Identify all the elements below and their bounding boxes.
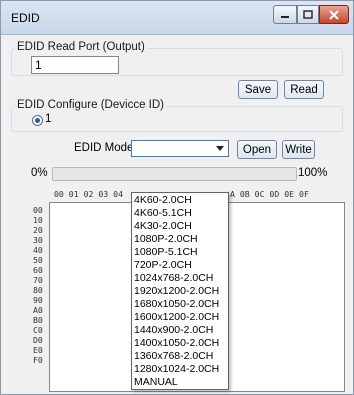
edid-window: EDID EDID Read Port (Output) 1 Save Read… <box>0 0 354 395</box>
hex-column-header-right: A 0B 0C 0D 0E 0F <box>230 189 309 199</box>
hex-row-label: E0 <box>33 345 43 355</box>
device-id-radio-label: 1 <box>45 113 52 125</box>
close-icon <box>329 9 339 20</box>
hex-row-label: 40 <box>33 245 43 255</box>
maximize-button[interactable] <box>297 5 319 24</box>
progress-bar <box>52 167 297 181</box>
dropdown-option[interactable]: 1600x1200-2.0CH <box>132 311 228 324</box>
hex-row-label: 70 <box>33 275 43 285</box>
save-button[interactable]: Save <box>238 80 278 99</box>
edid-mode-combobox[interactable] <box>131 140 229 157</box>
read-button[interactable]: Read <box>284 80 324 99</box>
hex-row-label: F0 <box>33 355 43 365</box>
window-body: EDID Read Port (Output) 1 Save Read EDID… <box>1 36 353 394</box>
dropdown-option[interactable]: 1080P-2.0CH <box>132 233 228 246</box>
configure-group-label: EDID Configure (Devicce ID) <box>15 99 166 111</box>
edid-mode-dropdown-list[interactable]: 4K60-2.0CH 4K60-5.1CH 4K30-2.0CH 1080P-2… <box>131 192 229 390</box>
dropdown-option[interactable]: 4K30-2.0CH <box>132 220 228 233</box>
dropdown-option[interactable]: 1680x1050-2.0CH <box>132 298 228 311</box>
dropdown-option[interactable]: 1280x1024-2.0CH <box>132 363 228 376</box>
dropdown-option[interactable]: MANUAL <box>132 376 228 389</box>
hex-row-label: 50 <box>33 255 43 265</box>
minimize-button[interactable] <box>273 5 297 24</box>
hex-row-label: 30 <box>33 235 43 245</box>
dropdown-option[interactable]: 1360x768-2.0CH <box>132 350 228 363</box>
hex-row-label: 00 <box>33 205 43 215</box>
progress-start-label: 0% <box>31 167 48 179</box>
hex-row-labels: 00 10 20 30 40 50 60 70 80 90 A0 B0 C0 D… <box>33 205 43 365</box>
minimize-icon <box>281 15 289 18</box>
read-port-group-label: EDID Read Port (Output) <box>15 41 147 53</box>
dropdown-option[interactable]: 1440x900-2.0CH <box>132 324 228 337</box>
dropdown-option[interactable]: 720P-2.0CH <box>132 259 228 272</box>
dropdown-option[interactable]: 1024x768-2.0CH <box>132 272 228 285</box>
hex-row-label: 80 <box>33 285 43 295</box>
title-bar[interactable]: EDID <box>1 1 353 35</box>
hex-row-label: B0 <box>33 315 43 325</box>
dropdown-option[interactable]: 4K60-5.1CH <box>132 207 228 220</box>
close-button[interactable] <box>319 5 349 24</box>
dropdown-option[interactable]: 4K60-2.0CH <box>132 194 228 207</box>
dropdown-option[interactable]: 1080P-5.1CH <box>132 246 228 259</box>
hex-row-label: 90 <box>33 295 43 305</box>
device-id-radio[interactable] <box>32 115 43 126</box>
hex-row-label: A0 <box>33 305 43 315</box>
write-button[interactable]: Write <box>282 140 315 159</box>
hex-row-label: 60 <box>33 265 43 275</box>
window-title: EDID <box>11 11 40 25</box>
hex-row-label: 20 <box>33 225 43 235</box>
dropdown-option[interactable]: 1920x1200-2.0CH <box>132 285 228 298</box>
hex-row-label: D0 <box>33 335 43 345</box>
hex-row-label: C0 <box>33 325 43 335</box>
chevron-down-icon <box>216 146 224 151</box>
hex-row-label: 10 <box>33 215 43 225</box>
open-button[interactable]: Open <box>237 140 277 159</box>
dropdown-option[interactable]: 1400x1050-2.0CH <box>132 337 228 350</box>
progress-end-label: 100% <box>298 167 328 179</box>
read-port-input[interactable]: 1 <box>31 56 119 74</box>
hex-column-header-left: 00 01 02 03 04 <box>54 189 124 199</box>
maximize-icon <box>303 10 313 19</box>
edid-mode-label: EDID Mode <box>74 142 134 154</box>
